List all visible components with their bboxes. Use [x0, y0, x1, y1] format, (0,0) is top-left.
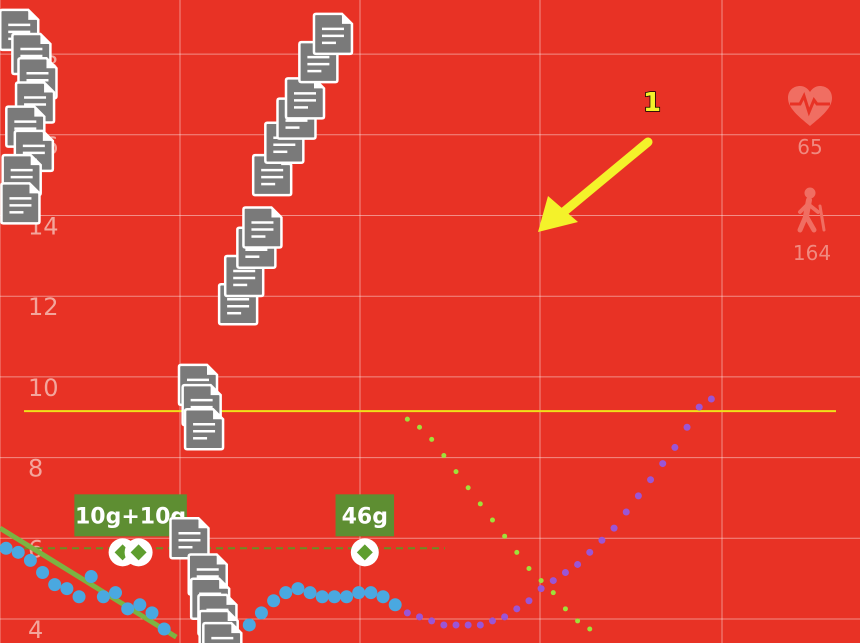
- bg-reading-dot: [23, 553, 37, 567]
- prediction-dot: [476, 621, 484, 629]
- y-tick-label: 12: [28, 293, 59, 321]
- prediction-dot: [428, 617, 436, 625]
- cob-prediction-dot: [404, 416, 410, 422]
- prediction-dot: [671, 443, 679, 451]
- prediction-dot: [501, 613, 509, 621]
- bg-reading-dot: [279, 586, 293, 600]
- prediction-dot: [598, 536, 606, 544]
- prediction-dot: [513, 605, 521, 613]
- prediction-dot: [488, 617, 496, 625]
- note-icon[interactable]: [169, 516, 210, 560]
- prediction-dot: [464, 621, 472, 629]
- prediction-dot: [586, 548, 594, 556]
- cob-prediction-dot: [417, 424, 423, 430]
- cob-prediction-dot: [441, 452, 447, 458]
- cob-prediction-dot: [526, 565, 532, 571]
- y-tick-label: 4: [28, 616, 43, 643]
- cob-prediction-dot: [489, 517, 495, 523]
- prediction-dot: [549, 577, 557, 585]
- heart-rate-value: 65: [797, 135, 822, 159]
- prediction-dot: [574, 560, 582, 568]
- bg-reading-dot: [303, 586, 317, 600]
- prediction-dot: [647, 476, 655, 484]
- prediction-dot: [525, 597, 533, 605]
- bg-reading-dot: [352, 586, 366, 600]
- bg-reading-dot: [145, 606, 159, 620]
- bg-reading-dot: [11, 545, 25, 559]
- prediction-layer: [403, 395, 715, 632]
- callout-annotation: 1: [538, 87, 662, 232]
- bg-reading-dot: [109, 586, 123, 600]
- bg-reading-dot: [36, 566, 50, 580]
- note-icon[interactable]: [284, 77, 326, 120]
- bg-reading-dot: [254, 606, 268, 620]
- note-icon[interactable]: [183, 408, 225, 451]
- bg-reading-dot: [121, 602, 135, 616]
- prediction-dot: [695, 403, 703, 411]
- prediction-dot: [537, 585, 545, 593]
- prediction-dot: [403, 609, 411, 617]
- note-icon[interactable]: [0, 182, 41, 225]
- heart-rate-icon: [788, 86, 832, 126]
- bg-reading-dot: [60, 582, 74, 596]
- bg-reading-dot: [376, 590, 390, 604]
- cob-prediction-dot: [587, 626, 593, 632]
- bg-reading-dot: [72, 590, 86, 604]
- cob-prediction-dot: [562, 606, 568, 612]
- cob-prediction-dot: [477, 501, 483, 507]
- bg-reading-dot: [267, 594, 281, 608]
- prediction-dot: [683, 423, 691, 431]
- prediction-dot: [634, 492, 642, 500]
- prediction-dot: [416, 613, 424, 621]
- bg-reading-dot: [0, 541, 13, 555]
- cob-prediction-dot: [514, 549, 520, 555]
- callout-label: 1: [643, 88, 661, 118]
- note-icon[interactable]: [202, 621, 243, 643]
- prediction-dot: [622, 508, 630, 516]
- bg-reading-dot: [315, 590, 329, 604]
- walking-icon: [797, 187, 826, 233]
- bg-graph[interactable]: 4681012141618 10g+10g46g 65 164: [0, 0, 860, 643]
- prediction-dot: [452, 621, 460, 629]
- prediction-dot: [707, 395, 715, 403]
- treatments-layer[interactable]: 10g+10g 46g: [74, 494, 395, 567]
- bg-reading-dot: [340, 590, 354, 604]
- carb-treatment[interactable]: 46g: [335, 494, 395, 567]
- graph-canvas: 4681012141618 10g+10g46g 65 164: [0, 0, 860, 643]
- bg-reading-dot: [388, 598, 402, 612]
- y-tick-label: 10: [28, 374, 59, 402]
- cob-prediction-dot: [502, 533, 508, 539]
- y-tick-label: 8: [28, 455, 43, 483]
- bg-reading-dot: [327, 590, 341, 604]
- cob-prediction-dot: [575, 618, 581, 624]
- cob-prediction-dot: [550, 590, 556, 596]
- prediction-dot: [610, 524, 618, 532]
- prediction-dot: [561, 569, 569, 577]
- cob-prediction-dot: [465, 485, 471, 491]
- bg-reading-dot: [48, 578, 62, 592]
- bg-reading-dot: [291, 582, 305, 596]
- note-icon[interactable]: [242, 206, 283, 249]
- side-stats: 65 164: [788, 86, 832, 265]
- cob-prediction-dot: [429, 436, 435, 442]
- bg-reading-dot: [364, 586, 378, 600]
- cob-prediction-dot: [538, 578, 544, 584]
- bg-reading-dot: [242, 618, 256, 632]
- prediction-dot: [440, 621, 448, 629]
- bg-reading-dot: [96, 590, 110, 604]
- bg-reading-dot: [157, 622, 171, 636]
- carb-label: 46g: [342, 504, 388, 529]
- steps-value: 164: [793, 241, 831, 265]
- bg-reading-dot: [84, 570, 98, 584]
- cob-prediction-dot: [453, 469, 459, 475]
- bg-reading-dot: [133, 598, 147, 612]
- prediction-dot: [659, 460, 667, 468]
- note-icon[interactable]: [312, 12, 354, 56]
